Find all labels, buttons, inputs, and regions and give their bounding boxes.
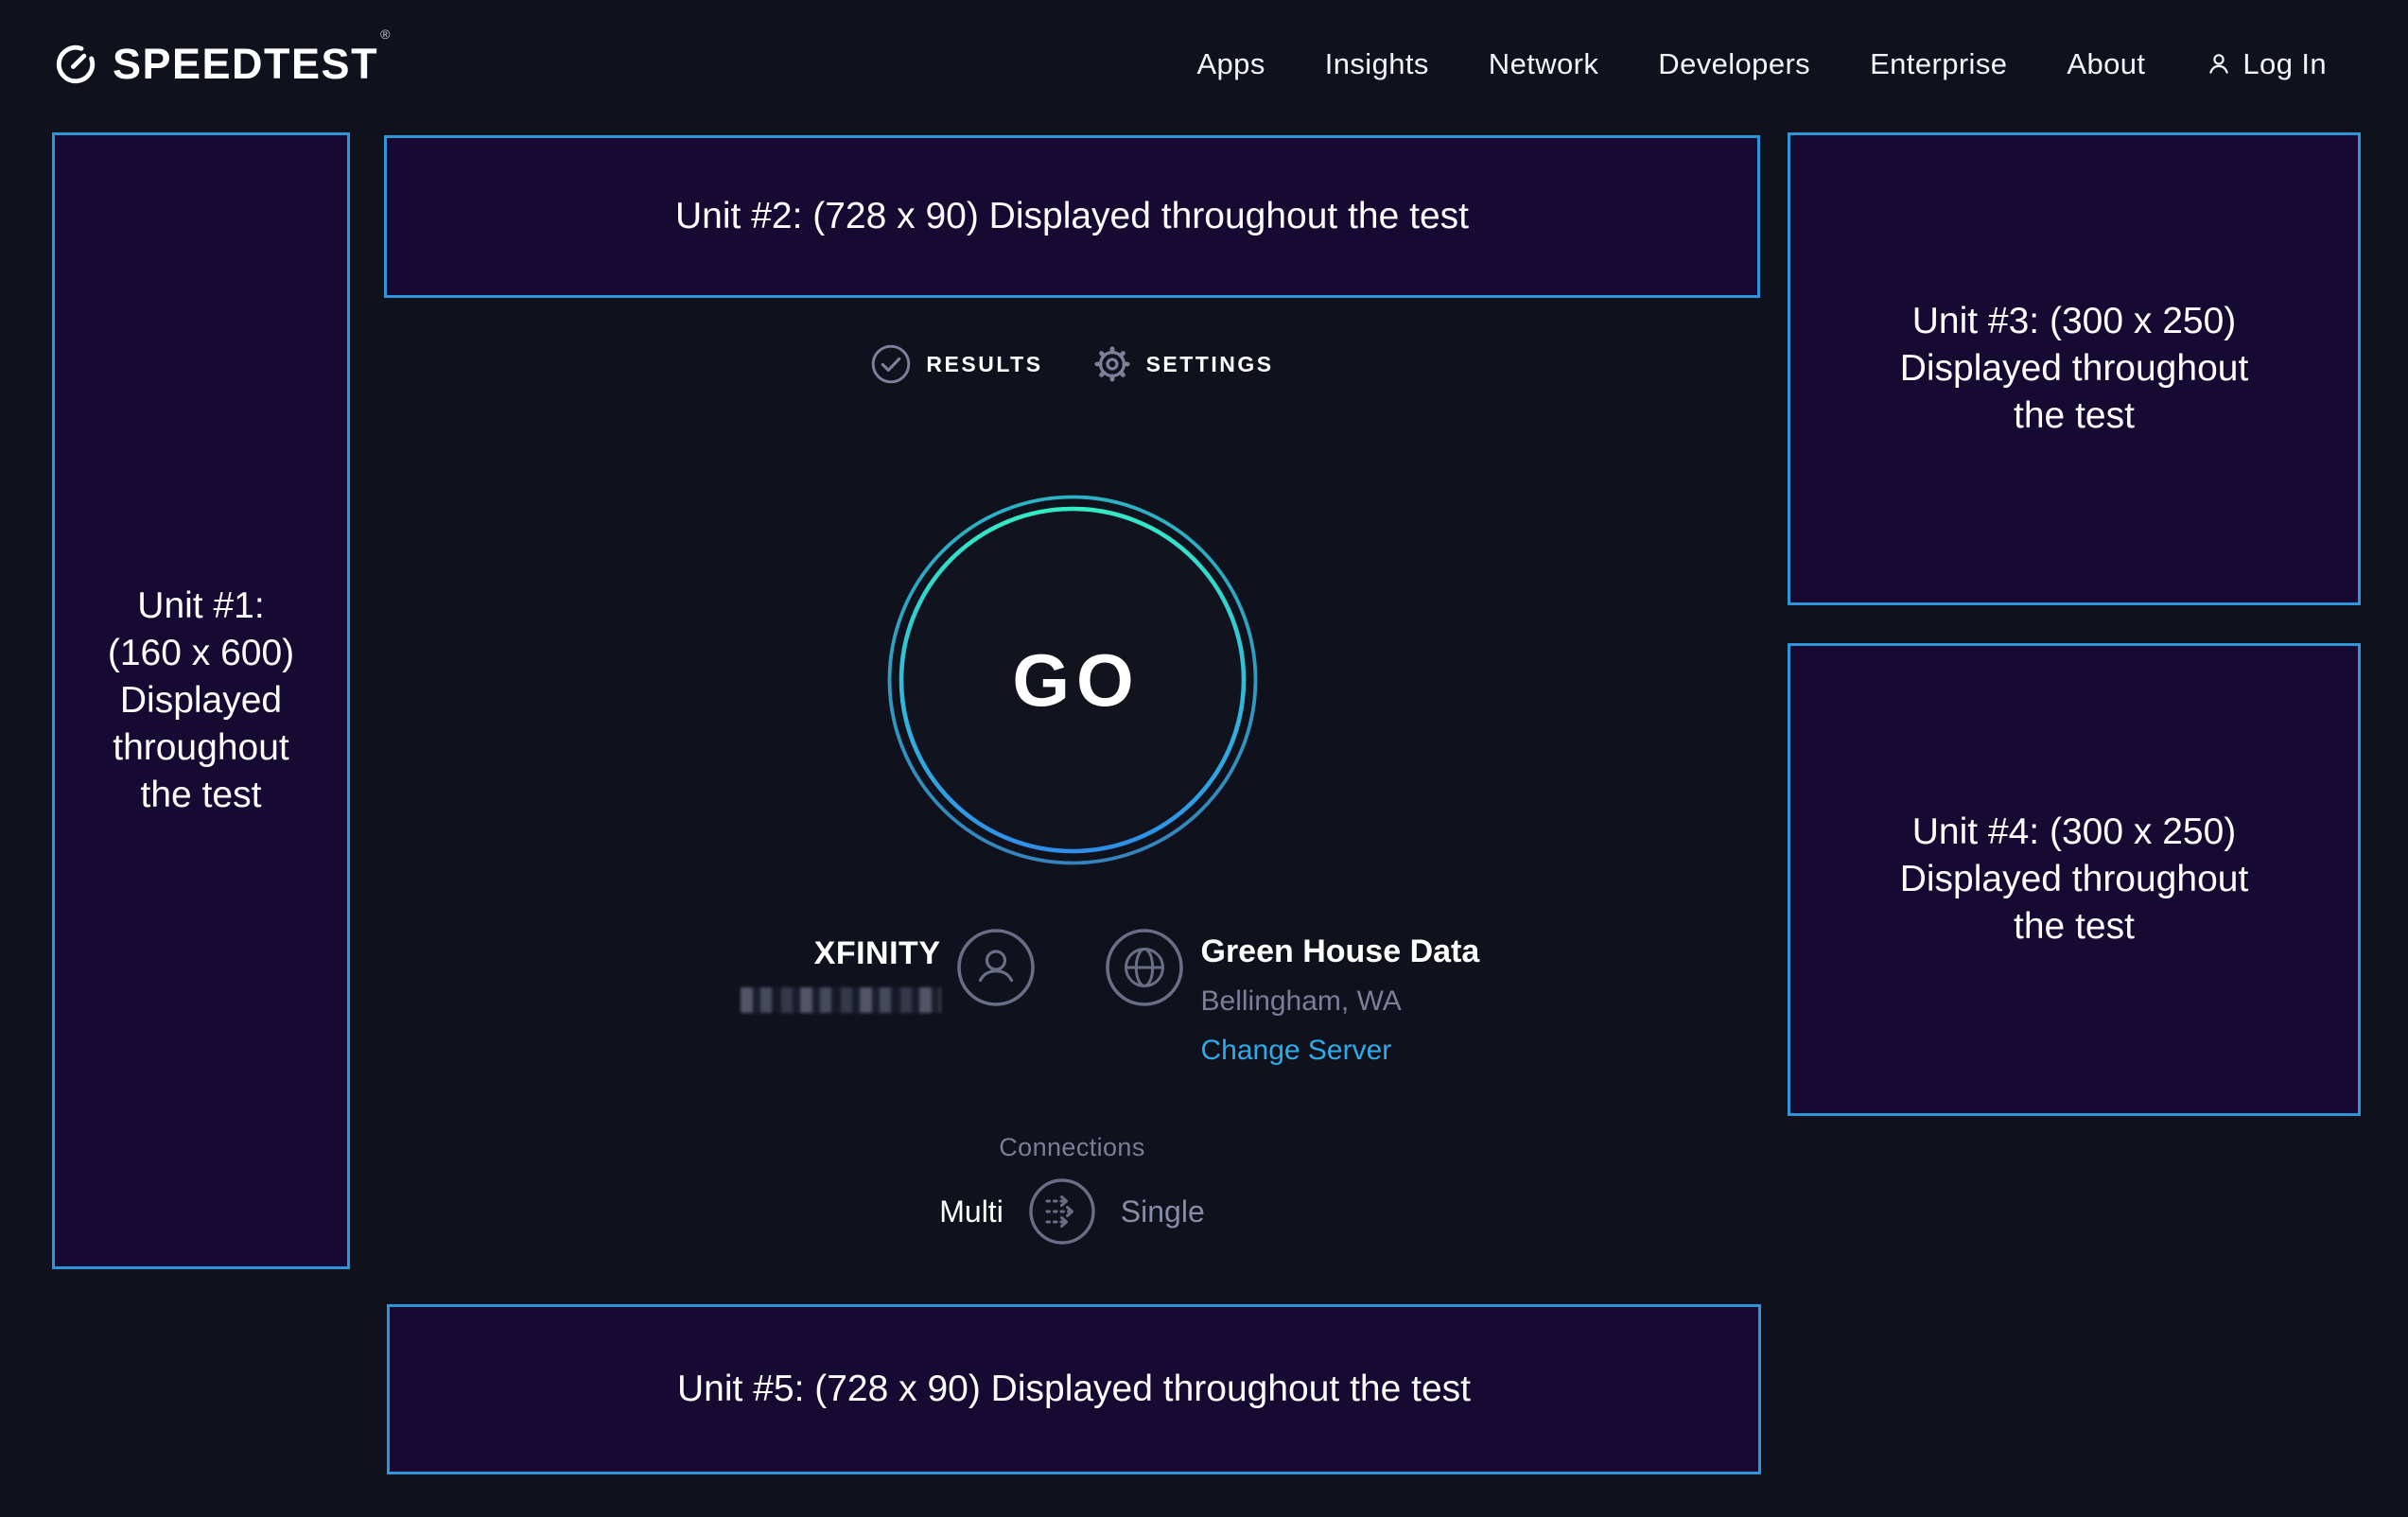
gear-icon: [1092, 344, 1132, 384]
nav-item-enterprise[interactable]: Enterprise: [1870, 47, 2007, 81]
ad-unit-4-text: Unit #4: (300 x 250) Displayed throughou…: [1900, 809, 2249, 950]
tab-results-label: RESULTS: [926, 352, 1042, 377]
logo-wordmark: SPEEDTEST®: [113, 40, 388, 89]
multi-connection-arrows-icon: [1028, 1177, 1096, 1246]
speed-test-panel: RESULTS SETTINGS: [384, 0, 1760, 1517]
ad-unit-3[interactable]: Unit #3: (300 x 250) Displayed throughou…: [1788, 132, 2361, 605]
server-block: Green House Data Bellingham, WA Change S…: [1201, 933, 1598, 1065]
test-tabs: RESULTS SETTINGS: [384, 343, 1760, 385]
connections-toggle[interactable]: [1028, 1177, 1096, 1246]
ad-unit-4[interactable]: Unit #4: (300 x 250) Displayed throughou…: [1788, 643, 2361, 1116]
go-button[interactable]: GO: [883, 491, 1262, 869]
server-location: Bellingham, WA: [1201, 987, 1598, 1016]
login-button[interactable]: Log In: [2205, 47, 2327, 81]
isp-name: XFINITY: [657, 934, 941, 972]
speedtest-logo[interactable]: SPEEDTEST®: [52, 40, 388, 89]
tab-settings[interactable]: SETTINGS: [1092, 344, 1274, 384]
user-icon: [2205, 50, 2233, 78]
change-server-link[interactable]: Change Server: [1201, 1037, 1392, 1065]
connection-info-row: XFINITY Green House Data Bellingham, WA …: [384, 929, 1760, 1090]
tab-results[interactable]: RESULTS: [870, 343, 1042, 385]
ad-unit-3-text: Unit #3: (300 x 250) Displayed throughou…: [1900, 298, 2249, 440]
login-label: Log In: [2242, 47, 2327, 81]
connections-multi-label[interactable]: Multi: [939, 1194, 1003, 1229]
speedometer-icon: [52, 41, 99, 88]
go-button-label: GO: [883, 491, 1262, 869]
server-globe-icon: [1106, 929, 1183, 1006]
ad-unit-1[interactable]: Unit #1: (160 x 600) Displayed throughou…: [52, 132, 350, 1269]
isp-block: XFINITY: [657, 934, 941, 1013]
connections-single-label[interactable]: Single: [1121, 1194, 1205, 1229]
check-circle-icon: [870, 343, 912, 385]
ad-unit-1-text: Unit #1: (160 x 600) Displayed throughou…: [108, 583, 294, 819]
isp-user-icon: [957, 929, 1035, 1006]
connections-label: Connections: [384, 1133, 1760, 1162]
redacted-ip-address: [741, 987, 941, 1013]
connections-toggle-row: Multi Singl: [384, 1177, 1760, 1246]
server-name: Green House Data: [1201, 933, 1598, 970]
connections-section: Connections Multi: [384, 1133, 1760, 1246]
nav-item-about[interactable]: About: [2067, 47, 2145, 81]
tab-settings-label: SETTINGS: [1146, 352, 1274, 377]
